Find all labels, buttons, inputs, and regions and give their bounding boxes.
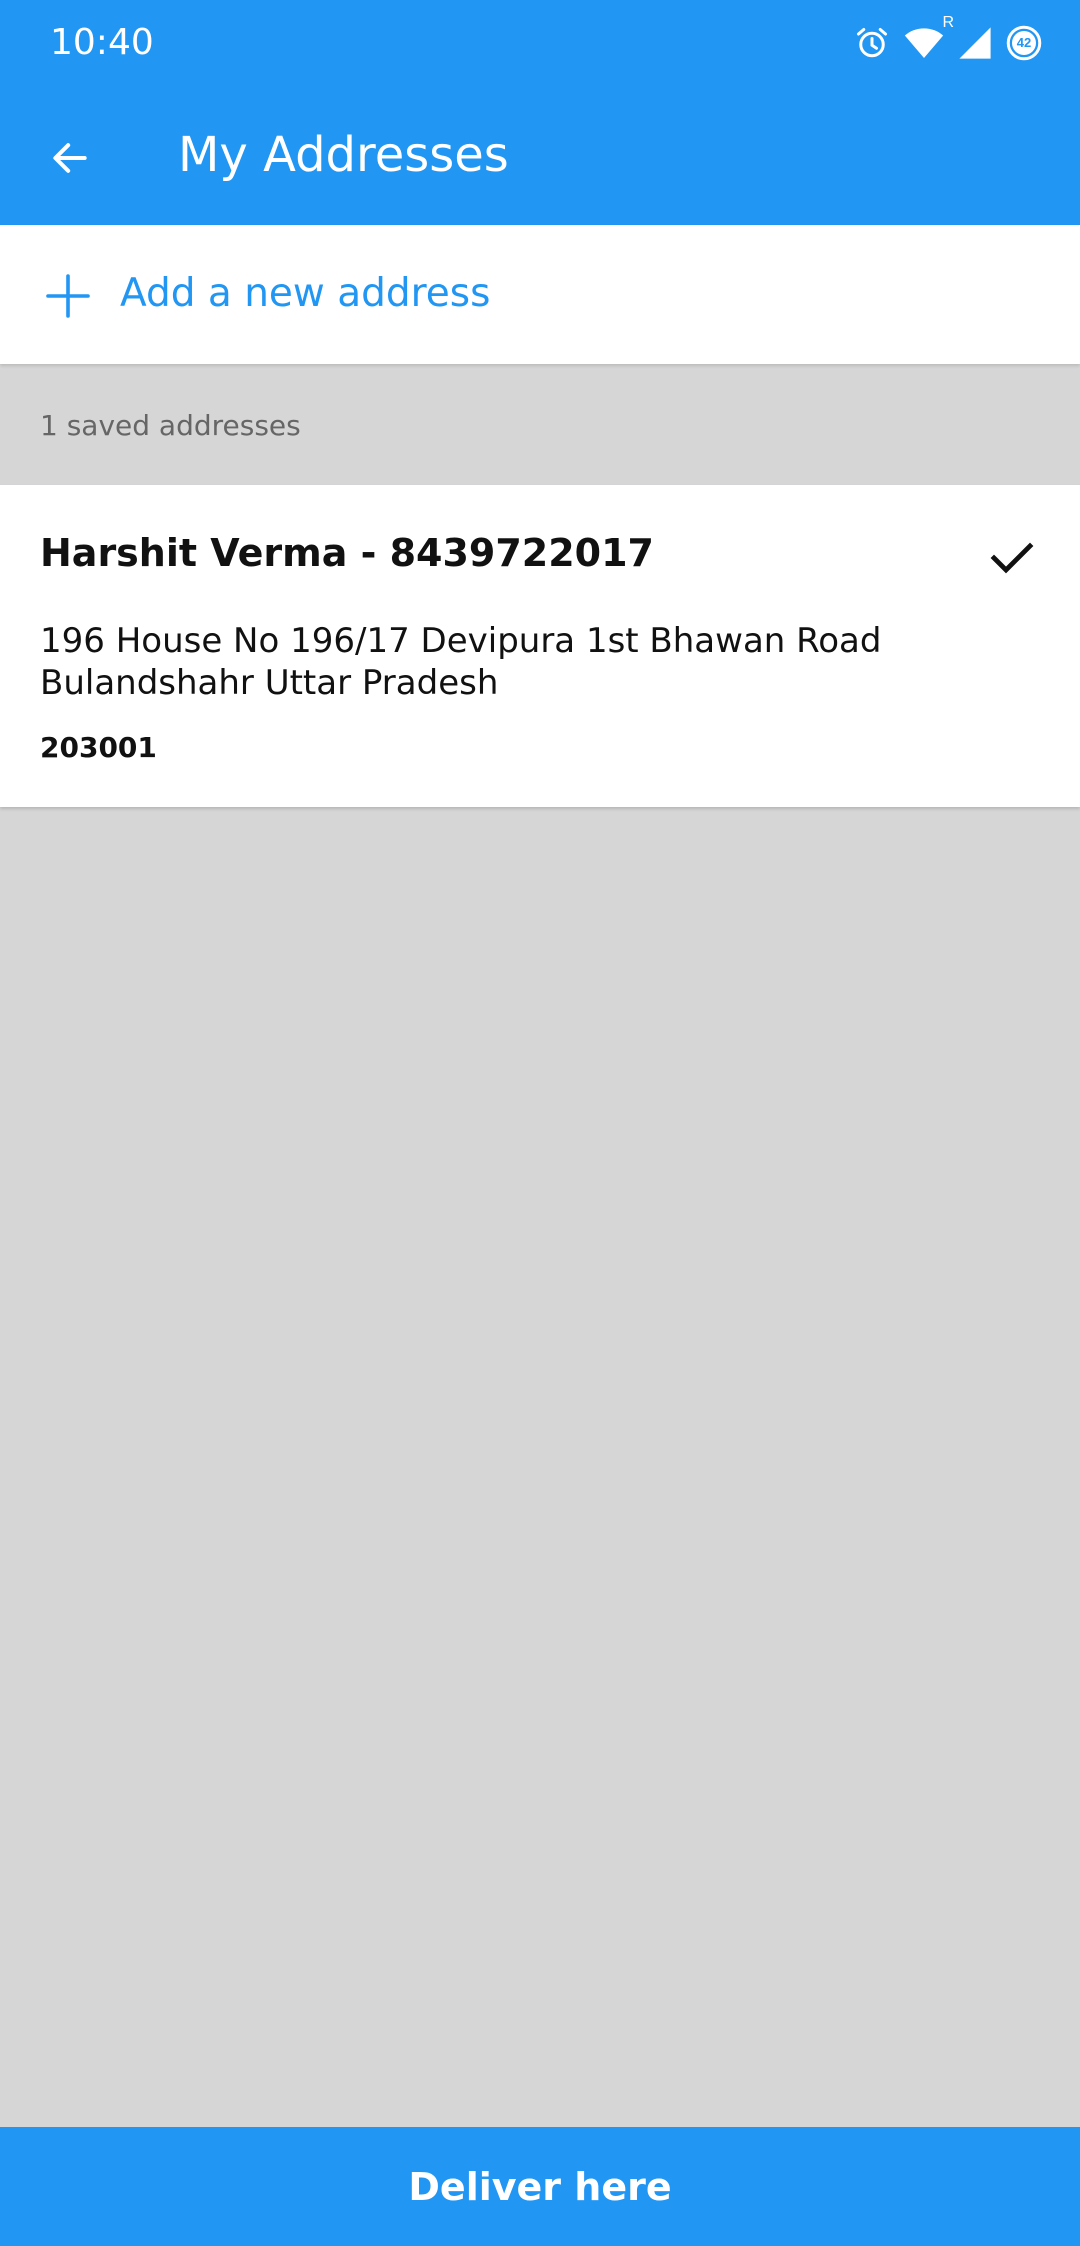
address-line: 196 House No 196/17 Devipura 1st Bhawan … [40,621,882,703]
saved-addresses-count: 1 saved addresses [40,409,301,442]
status-icons: R 42 [854,14,1042,64]
add-address-button[interactable]: Add a new address [0,225,1080,364]
address-pincode: 203001 [40,731,157,764]
battery-level: 42 [1016,35,1032,50]
plus-icon [44,272,92,320]
signal-icon [958,26,992,60]
address-name-phone: Harshit Verma - 8439722017 [40,531,654,575]
network-type-label: R [942,14,954,31]
app-bar: My Addresses [0,86,1080,225]
back-button[interactable] [28,118,112,202]
address-card[interactable]: Harshit Verma - 8439722017 196 House No … [0,485,1080,807]
battery-icon: 42 [1006,25,1042,61]
alarm-icon [854,25,890,61]
deliver-here-button[interactable]: Deliver here [0,2127,1080,2246]
status-time: 10:40 [50,22,154,63]
check-icon [988,533,1036,581]
arrow-left-icon [48,136,92,185]
add-address-label: Add a new address [120,271,491,316]
wifi-icon: R [904,14,954,60]
page-title: My Addresses [178,127,509,183]
status-bar: 10:40 R 42 [0,0,1080,86]
